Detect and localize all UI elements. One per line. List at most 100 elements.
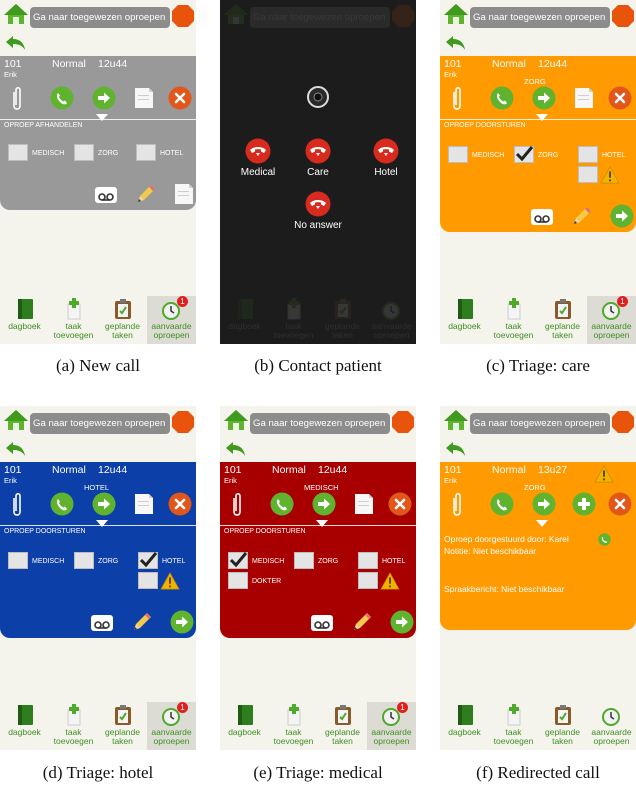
checkbox-hotel-checked[interactable]	[138, 552, 158, 569]
checkbox-extra[interactable]	[138, 572, 158, 589]
checkbox-hotel[interactable]	[578, 146, 598, 163]
checkbox-extra[interactable]	[358, 572, 378, 589]
checkbox-extra[interactable]	[578, 166, 598, 183]
nav-dagboek[interactable]: dagboek	[220, 702, 269, 750]
assigned-calls-search[interactable]: Ga naar toegewezen oproepen	[30, 7, 170, 28]
phone-answer-icon[interactable]	[270, 492, 294, 516]
nav-dagboek[interactable]: dagboek	[440, 702, 489, 750]
nav-taak-toevoegen[interactable]: taak toevoegen	[489, 296, 538, 344]
nav-dagboek[interactable]: dagboek	[440, 296, 489, 344]
checkbox-label-medisch: MEDISCH	[32, 150, 65, 157]
checkbox-zorg[interactable]	[74, 144, 94, 161]
forward-arrow-icon[interactable]	[610, 204, 634, 228]
nav-geplande-taken[interactable]: geplande taken	[538, 296, 587, 344]
nav-aanvaarde-oproepen[interactable]: 1 aanvaarde oproepen	[587, 296, 636, 344]
assigned-calls-search[interactable]: Ga naar toegewezen oproepen	[470, 413, 610, 434]
phone-answer-icon[interactable]	[50, 86, 74, 110]
back-arrow-icon[interactable]	[4, 34, 28, 52]
nav-taak-toevoegen[interactable]: taak toevoegen	[49, 296, 98, 344]
stop-sign-icon[interactable]	[171, 410, 195, 434]
paperclip-icon[interactable]	[450, 86, 464, 112]
option-no-answer[interactable]: No answer	[288, 191, 348, 231]
note-icon[interactable]	[172, 182, 196, 206]
back-arrow-icon[interactable]	[4, 440, 28, 458]
checkbox-medisch-checked[interactable]	[228, 552, 248, 569]
forward-arrow-icon[interactable]	[532, 86, 556, 110]
nav-aanvaarde-oproepen[interactable]: 1 aanvaarde oproepen	[367, 702, 416, 750]
nav-dagboek[interactable]: dagboek	[0, 702, 49, 750]
radio-icon[interactable]	[307, 86, 329, 108]
checkbox-zorg[interactable]	[74, 552, 94, 569]
nav-aanvaarde-oproepen[interactable]: 1 aanvaarde oproepen	[147, 296, 196, 344]
stop-sign-icon[interactable]	[171, 4, 195, 28]
assigned-calls-search[interactable]: Ga naar toegewezen oproepen	[470, 7, 610, 28]
nav-taak-toevoegen[interactable]: taak toevoegen	[49, 702, 98, 750]
close-icon[interactable]	[388, 492, 412, 516]
assigned-calls-search[interactable]: Ga naar toegewezen oproepen	[30, 413, 170, 434]
forward-arrow-icon[interactable]	[170, 610, 194, 634]
checkbox-hotel[interactable]	[136, 144, 156, 161]
checkbox-zorg[interactable]	[294, 552, 314, 569]
home-icon[interactable]	[443, 408, 469, 432]
forward-arrow-icon[interactable]	[390, 610, 414, 634]
nav-dagboek[interactable]: dagboek	[0, 296, 49, 344]
home-icon[interactable]	[223, 408, 249, 432]
close-icon[interactable]	[608, 86, 632, 110]
back-arrow-icon[interactable]	[444, 34, 468, 52]
voicemail-icon[interactable]	[94, 186, 118, 204]
stop-sign-icon[interactable]	[611, 4, 635, 28]
pencil-icon[interactable]	[570, 204, 594, 228]
option-medical[interactable]: Medical	[228, 138, 288, 178]
voicemail-icon[interactable]	[530, 208, 554, 226]
forward-arrow-icon[interactable]	[92, 86, 116, 110]
checkbox-medisch[interactable]	[8, 144, 28, 161]
back-arrow-icon[interactable]	[444, 440, 468, 458]
option-care[interactable]: Care	[288, 138, 348, 178]
nav-geplande-taken[interactable]: geplande taken	[98, 702, 147, 750]
close-icon[interactable]	[608, 492, 632, 516]
forward-arrow-icon[interactable]	[312, 492, 336, 516]
phone-answer-icon[interactable]	[50, 492, 74, 516]
nav-geplande-taken[interactable]: geplande taken	[98, 296, 147, 344]
forward-arrow-icon[interactable]	[532, 492, 556, 516]
checkbox-medisch[interactable]	[448, 146, 468, 163]
assigned-calls-search[interactable]: Ga naar toegewezen oproepen	[250, 413, 390, 434]
paperclip-icon[interactable]	[10, 492, 24, 518]
paperclip-icon[interactable]	[10, 86, 24, 112]
voicemail-icon[interactable]	[310, 614, 334, 632]
nav-geplande-taken[interactable]: geplande taken	[538, 702, 587, 750]
checkbox-medisch[interactable]	[8, 552, 28, 569]
plus-icon[interactable]	[572, 492, 596, 516]
home-icon[interactable]	[443, 2, 469, 26]
pencil-icon[interactable]	[134, 182, 158, 206]
stop-sign-icon[interactable]	[611, 410, 635, 434]
nav-taak-toevoegen[interactable]: taak toevoegen	[269, 702, 318, 750]
close-icon[interactable]	[168, 492, 192, 516]
checkbox-zorg-checked[interactable]	[514, 146, 534, 163]
nav-taak-toevoegen[interactable]: taak toevoegen	[489, 702, 538, 750]
nav-aanvaarde-oproepen[interactable]: 1 aanvaarde oproepen	[147, 702, 196, 750]
checkbox-hotel[interactable]	[358, 552, 378, 569]
phone-answer-icon[interactable]	[490, 86, 514, 110]
home-icon[interactable]	[3, 408, 29, 432]
note-icon[interactable]	[352, 492, 376, 516]
option-hotel[interactable]: Hotel	[356, 138, 416, 178]
home-icon[interactable]	[3, 2, 29, 26]
pencil-icon[interactable]	[130, 610, 154, 634]
checkbox-dokter[interactable]	[228, 572, 248, 589]
nav-geplande-taken[interactable]: geplande taken	[318, 702, 367, 750]
note-icon[interactable]	[132, 492, 156, 516]
paperclip-icon[interactable]	[450, 492, 464, 518]
stop-sign-icon[interactable]	[391, 410, 415, 434]
forward-arrow-icon[interactable]	[92, 492, 116, 516]
note-icon[interactable]	[572, 86, 596, 110]
back-arrow-icon[interactable]	[224, 440, 248, 458]
note-icon[interactable]	[132, 86, 156, 110]
nav-aanvaarde-oproepen[interactable]: aanvaarde oproepen	[587, 702, 636, 750]
voicemail-icon[interactable]	[90, 614, 114, 632]
close-icon[interactable]	[168, 86, 192, 110]
phone-answer-icon[interactable]	[598, 533, 611, 546]
pencil-icon[interactable]	[350, 610, 374, 634]
paperclip-icon[interactable]	[230, 492, 244, 518]
phone-answer-icon[interactable]	[490, 492, 514, 516]
